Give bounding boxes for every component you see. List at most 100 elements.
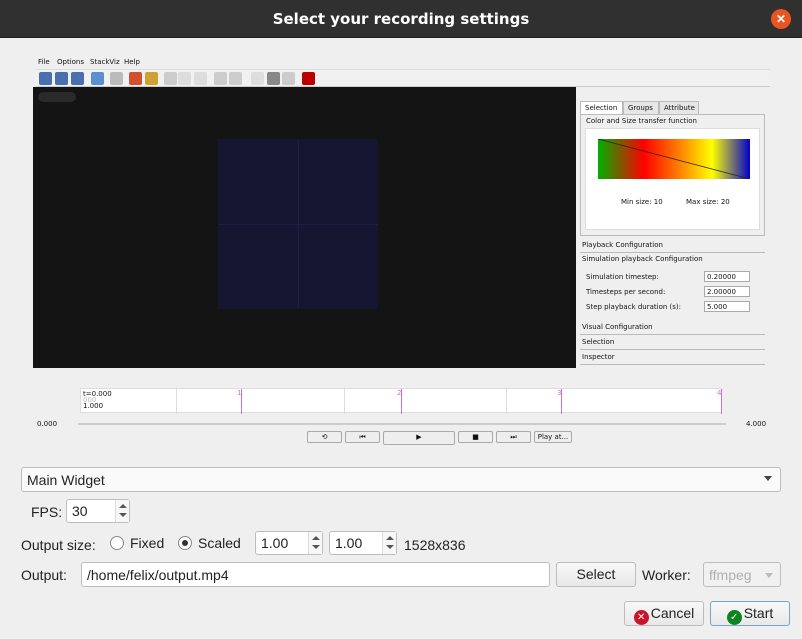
preview-menu-file: File <box>38 58 50 66</box>
start-button[interactable]: ✓ Start <box>710 601 790 626</box>
chevron-down-icon <box>764 476 772 481</box>
scrub-end: 4.000 <box>746 420 767 428</box>
preview-loop-button: ⟲ <box>307 431 342 443</box>
max-size-label: Max size: 20 <box>686 198 730 206</box>
spin-arrows-icon[interactable] <box>308 532 322 554</box>
param-label: Timesteps per second: <box>586 288 666 296</box>
worker-label: Worker: <box>642 567 691 583</box>
preview-play-button: ▶ <box>383 431 455 445</box>
scrub-bar <box>78 423 726 425</box>
param-value: 5.000 <box>704 301 750 312</box>
resolution-label: 1528x836 <box>404 537 466 553</box>
scaled-radio[interactable] <box>178 536 192 550</box>
disc-icon <box>282 72 295 85</box>
preview-menu-stackviz: StackViz <box>90 58 120 66</box>
tool-icon <box>164 72 177 85</box>
preview-timeline: t=0.000 000 1.000 1 2 3 4 <box>80 388 722 414</box>
acc-visual: Visual Configuration <box>580 321 765 335</box>
scale-y-value: 1.00 <box>335 535 363 551</box>
acc-simulation: Simulation playback Configuration <box>580 253 765 267</box>
timeline-val: 1.000 <box>83 402 104 410</box>
fps-spinbox[interactable]: 30 <box>66 499 130 523</box>
close-icon[interactable]: ✕ <box>771 9 791 29</box>
selection-panel: Color and Size transfer function Min siz… <box>580 114 765 236</box>
fps-value: 30 <box>72 503 88 519</box>
preview-stop-button: ■ <box>458 431 493 443</box>
fps-label: FPS: <box>31 504 63 520</box>
dialog-title: Select your recording settings <box>272 10 530 28</box>
acc-simulation-label: Simulation playback Configuration <box>582 255 703 263</box>
select-button[interactable]: Select <box>556 562 636 587</box>
tick-label: 2 <box>397 389 402 397</box>
color-gradient <box>598 139 750 179</box>
param-label: Simulation timestep: <box>586 273 659 281</box>
acc-selection-label: Selection <box>582 338 615 346</box>
tick-label: 3 <box>557 389 562 397</box>
output-size-label: Output size: <box>21 537 96 553</box>
param-row: Simulation timestep: 0.20000 <box>584 271 759 284</box>
param-value: 2.00000 <box>704 286 750 297</box>
acc-visual-label: Visual Configuration <box>582 323 653 331</box>
preview-tab-selection: Selection <box>580 101 623 114</box>
output-path-input[interactable]: /home/felix/output.mp4 <box>81 562 550 587</box>
fixed-label: Fixed <box>130 535 165 551</box>
play-icon <box>267 72 280 85</box>
timeline-tick <box>506 389 507 414</box>
param-label: Step playback duration (s): <box>586 303 681 311</box>
preview-menu-options: Options <box>57 58 85 66</box>
scale-x-spinbox[interactable]: 1.00 <box>255 531 323 555</box>
preview-playat-button: Play at... <box>534 431 572 443</box>
output-label: Output: <box>21 567 67 583</box>
timeline-tick <box>344 389 345 414</box>
tick-label: 4 <box>717 389 722 397</box>
preview-tab-groups: Groups <box>623 101 659 114</box>
widget-select[interactable]: Main Widget <box>21 467 781 492</box>
min-size-label: Min size: 10 <box>621 198 663 206</box>
check-icon: ✓ <box>726 610 742 625</box>
acc-inspector-label: Inspector <box>582 353 615 361</box>
transfer-function-box: Min size: 10 Max size: 20 <box>585 128 760 230</box>
acc-playback: Playback Configuration <box>580 239 765 253</box>
viewport-overlay <box>38 92 76 102</box>
preview-menu-help: Help <box>124 58 140 66</box>
home-icon <box>129 72 142 85</box>
spin-arrows-icon[interactable] <box>382 532 396 554</box>
preview-next-button: ⏭ <box>496 431 531 443</box>
record-icon <box>302 72 315 85</box>
fixed-radio[interactable] <box>110 536 124 550</box>
scale-x-value: 1.00 <box>261 535 289 551</box>
param-row: Step playback duration (s): 5.000 <box>584 301 759 314</box>
title-bar: Select your recording settings ✕ <box>0 0 802 38</box>
zoom-in-icon <box>214 72 227 85</box>
chevron-down-icon <box>765 573 773 578</box>
folder-icon <box>91 72 104 85</box>
preview-toolbar <box>36 69 770 87</box>
zoom-out-icon <box>229 72 242 85</box>
spin-arrows-icon[interactable] <box>115 500 129 522</box>
preview-viewport <box>33 87 576 368</box>
widget-select-value: Main Widget <box>27 472 105 488</box>
acc-inspector: Inspector <box>580 351 765 365</box>
chart-icon <box>178 72 191 85</box>
param-row: Timesteps per second: 2.00000 <box>584 286 759 299</box>
param-value: 0.20000 <box>704 271 750 282</box>
scaled-label: Scaled <box>198 535 241 551</box>
cancel-button[interactable]: ✕ Cancel <box>624 601 704 626</box>
acc-selection: Selection <box>580 336 765 350</box>
viewport-grid <box>218 139 378 309</box>
start-label: Start <box>743 605 774 621</box>
csv-icon <box>55 72 68 85</box>
ini-icon <box>71 72 84 85</box>
cancel-icon: ✕ <box>633 610 649 625</box>
chart2-icon <box>194 72 207 85</box>
scale-y-spinbox[interactable]: 1.00 <box>329 531 397 555</box>
worker-select: ffmpeg <box>703 562 781 587</box>
timeline-tick <box>176 389 177 414</box>
plot-icon <box>251 72 264 85</box>
delete-icon <box>110 72 123 85</box>
tick-label: 1 <box>237 389 242 397</box>
worker-value: ffmpeg <box>709 567 752 583</box>
preview-tab-attribute: Attribute <box>659 101 699 114</box>
preview-screenshot: File Options StackViz Help Selection Gro… <box>30 55 770 450</box>
bc-icon <box>39 72 52 85</box>
